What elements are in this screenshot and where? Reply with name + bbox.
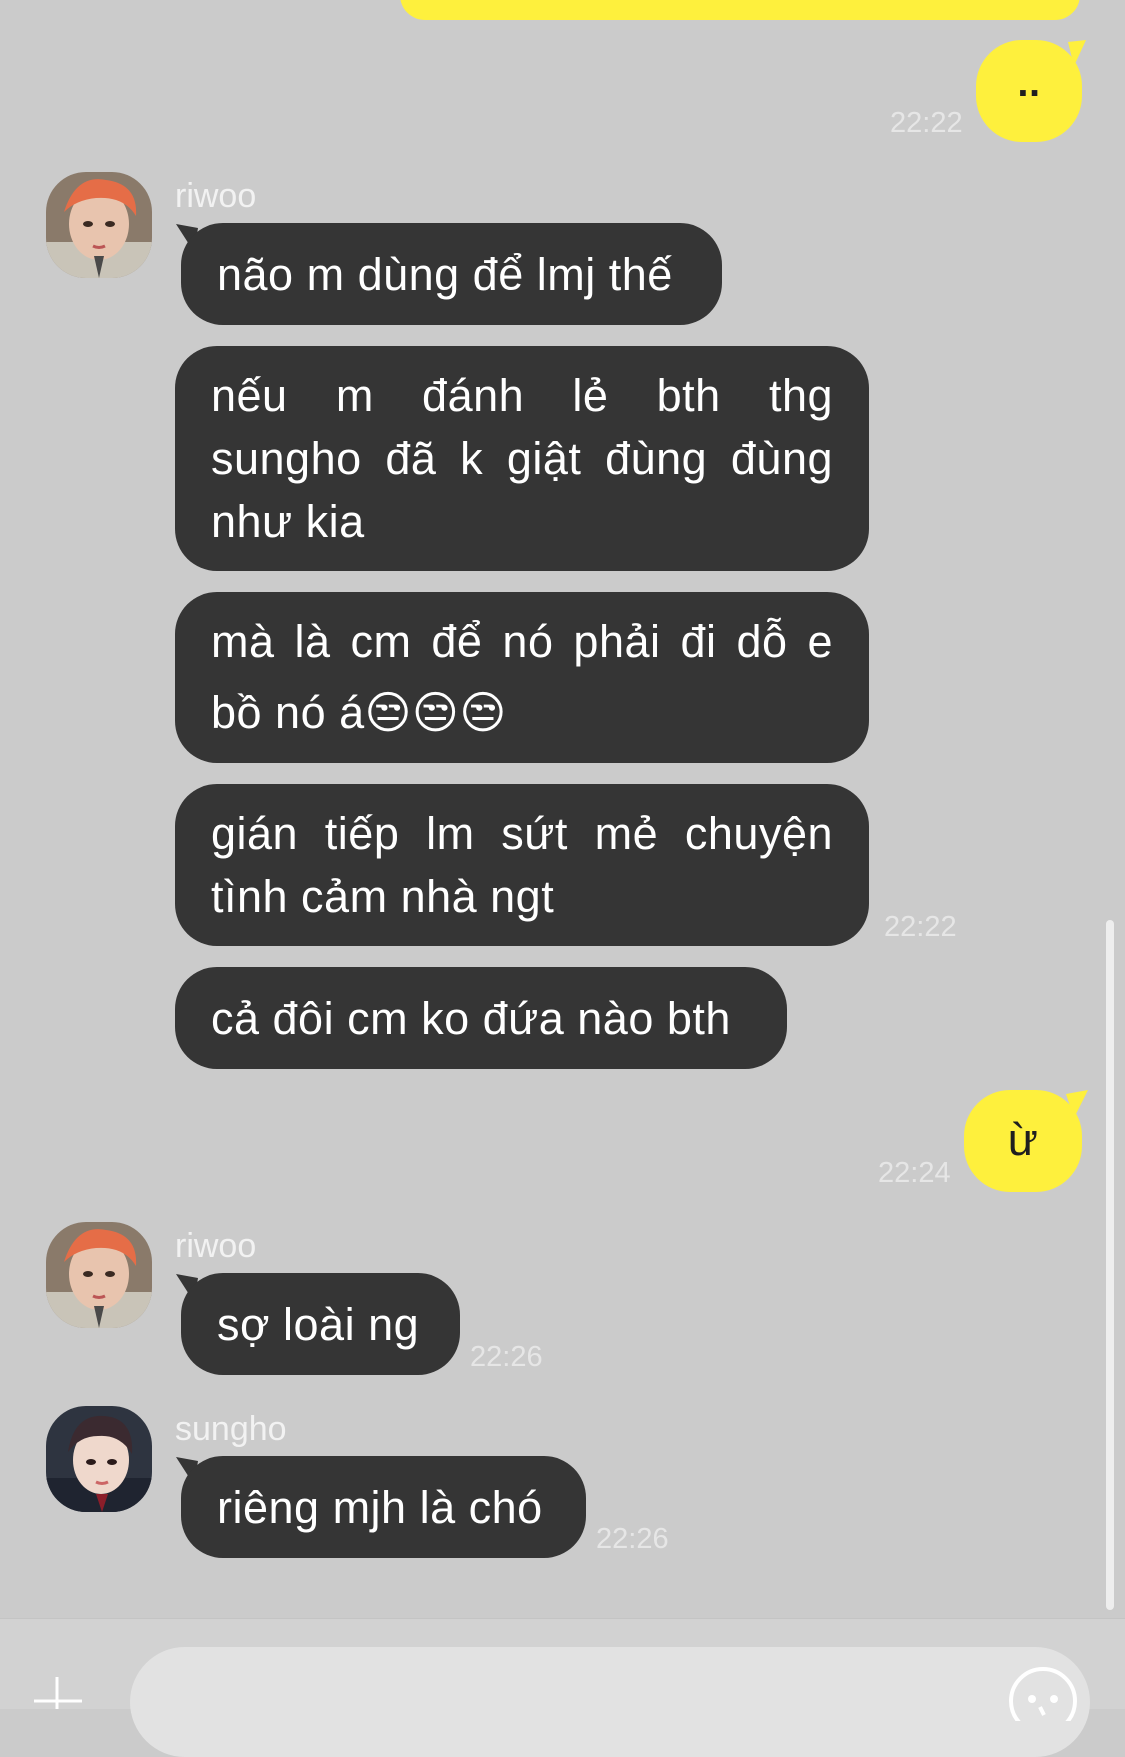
message-timestamp: 22:22 [884, 911, 957, 943]
message-bubble-mine[interactable]: .. [976, 40, 1082, 142]
message-timestamp: 22:26 [470, 1341, 543, 1373]
message-input-bar [0, 1618, 1125, 1757]
emoji-icon[interactable] [1006, 1661, 1080, 1735]
message-bubble-mine-partial[interactable] [400, 0, 1080, 20]
message-text: nếu m đánh lẻ bth thg [211, 370, 833, 421]
message-bubble-theirs[interactable]: mà là cm để nó phải đi dỗ e bồ nó á😒😒😒 [175, 592, 869, 763]
message-text: bồ nó á😒😒😒 [211, 687, 507, 738]
bubble-tail [1066, 1090, 1088, 1118]
avatar-riwoo[interactable] [46, 1222, 152, 1328]
avatar-sungho[interactable] [46, 1406, 152, 1512]
message-bubble-theirs[interactable]: cả đôi cm ko đứa nào bth [175, 967, 787, 1069]
message-text: sợ loài ng [217, 1299, 420, 1350]
message-text: mà là cm để nó phải đi dỗ e [211, 616, 833, 667]
message-timestamp: 22:26 [596, 1523, 669, 1555]
message-text: gián tiếp lm sứt mẻ chuyện [211, 808, 833, 859]
chat-message-list[interactable]: .. 22:22 riwoo não m dùng để lmj thế nếu… [0, 0, 1125, 1618]
message-text: riêng mjh là chó [217, 1482, 543, 1533]
message-bubble-theirs[interactable]: gián tiếp lm sứt mẻ chuyện tình cảm nhà … [175, 784, 869, 946]
message-text: cả đôi cm ko đứa nào bth [211, 993, 731, 1044]
bubble-tail [1068, 40, 1086, 66]
sender-name: riwoo [175, 177, 257, 215]
plus-icon[interactable] [30, 1669, 85, 1709]
message-text: tình cảm nhà ngt [211, 871, 555, 922]
message-bubble-theirs[interactable]: sợ loài ng [181, 1273, 460, 1375]
message-bubble-theirs[interactable]: nếu m đánh lẻ bth thg sungho đã k giật đ… [175, 346, 869, 571]
message-bubble-mine[interactable]: ừ [964, 1090, 1082, 1192]
avatar-riwoo[interactable] [46, 172, 152, 278]
message-text: .. [1017, 61, 1041, 105]
message-text: như kia [211, 496, 365, 547]
message-timestamp: 22:22 [890, 107, 963, 139]
scrollbar[interactable] [1106, 920, 1114, 1610]
message-bubble-theirs[interactable]: riêng mjh là chó [181, 1456, 586, 1558]
message-input[interactable] [130, 1647, 1090, 1757]
sender-name: riwoo [175, 1227, 257, 1265]
message-text: não m dùng để lmj thế [217, 249, 673, 300]
message-text: ừ [1007, 1114, 1039, 1165]
message-bubble-theirs[interactable]: não m dùng để lmj thế [181, 223, 722, 325]
message-text: sungho đã k giật đùng đùng [211, 433, 833, 484]
sender-name: sungho [175, 1410, 287, 1448]
message-timestamp: 22:24 [878, 1157, 951, 1189]
